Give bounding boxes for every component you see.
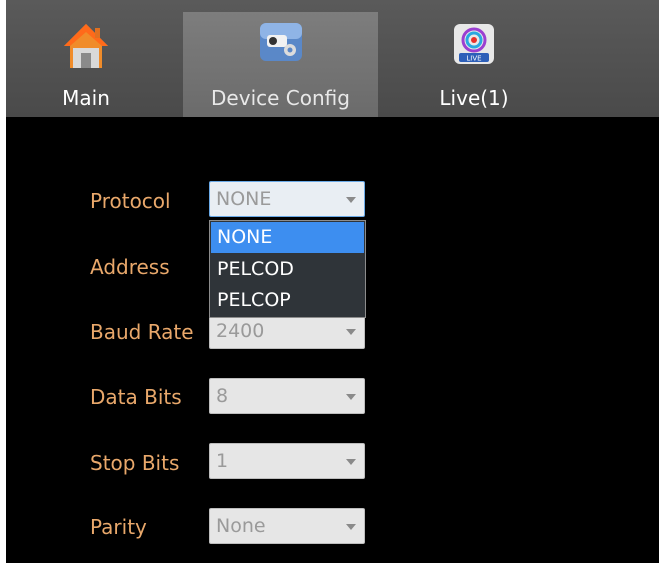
protocol-dropdown-list: NONE PELCOD PELCOP — [209, 220, 366, 318]
tab-device-config[interactable]: Device Config — [183, 12, 378, 117]
baud-rate-select[interactable]: 2400 — [209, 313, 365, 349]
tab-live[interactable]: LIVE Live(1) — [424, 12, 524, 117]
dropdown-option-none[interactable]: NONE — [211, 222, 364, 253]
parity-select[interactable]: None — [209, 508, 365, 544]
parity-value: None — [216, 515, 266, 537]
tab-main-label: Main — [62, 86, 110, 110]
chevron-down-icon — [346, 197, 356, 203]
svg-text:LIVE: LIVE — [466, 55, 481, 63]
chevron-down-icon — [346, 524, 356, 530]
tab-live-label: Live(1) — [439, 86, 509, 110]
dropdown-option-pelcop[interactable]: PELCOP — [211, 285, 364, 316]
tab-main[interactable]: Main — [46, 12, 126, 117]
data-bits-select[interactable]: 8 — [209, 378, 365, 414]
dropdown-option-pelcod[interactable]: PELCOD — [211, 254, 364, 285]
chevron-down-icon — [346, 329, 356, 335]
baud-rate-label: Baud Rate — [90, 320, 194, 344]
device-config-window: Main Device Config LIVE Live(1) Protocol… — [6, 0, 659, 563]
data-bits-value: 8 — [216, 385, 229, 407]
chevron-down-icon — [346, 394, 356, 400]
stop-bits-select[interactable]: 1 — [209, 443, 365, 479]
baud-rate-value: 2400 — [216, 320, 265, 342]
address-label: Address — [90, 255, 170, 279]
chevron-down-icon — [346, 459, 356, 465]
tab-bar: Main Device Config LIVE Live(1) — [6, 0, 659, 117]
tab-device-config-label: Device Config — [211, 86, 350, 110]
live-icon: LIVE — [454, 24, 494, 64]
stop-bits-label: Stop Bits — [90, 451, 180, 475]
protocol-select[interactable]: NONE — [209, 181, 365, 217]
stop-bits-value: 1 — [216, 450, 229, 472]
camera-settings-icon — [259, 23, 302, 61]
protocol-value: NONE — [216, 188, 272, 210]
data-bits-label: Data Bits — [90, 385, 182, 409]
parity-label: Parity — [90, 515, 147, 539]
house-icon — [64, 24, 108, 68]
protocol-label: Protocol — [90, 189, 171, 213]
